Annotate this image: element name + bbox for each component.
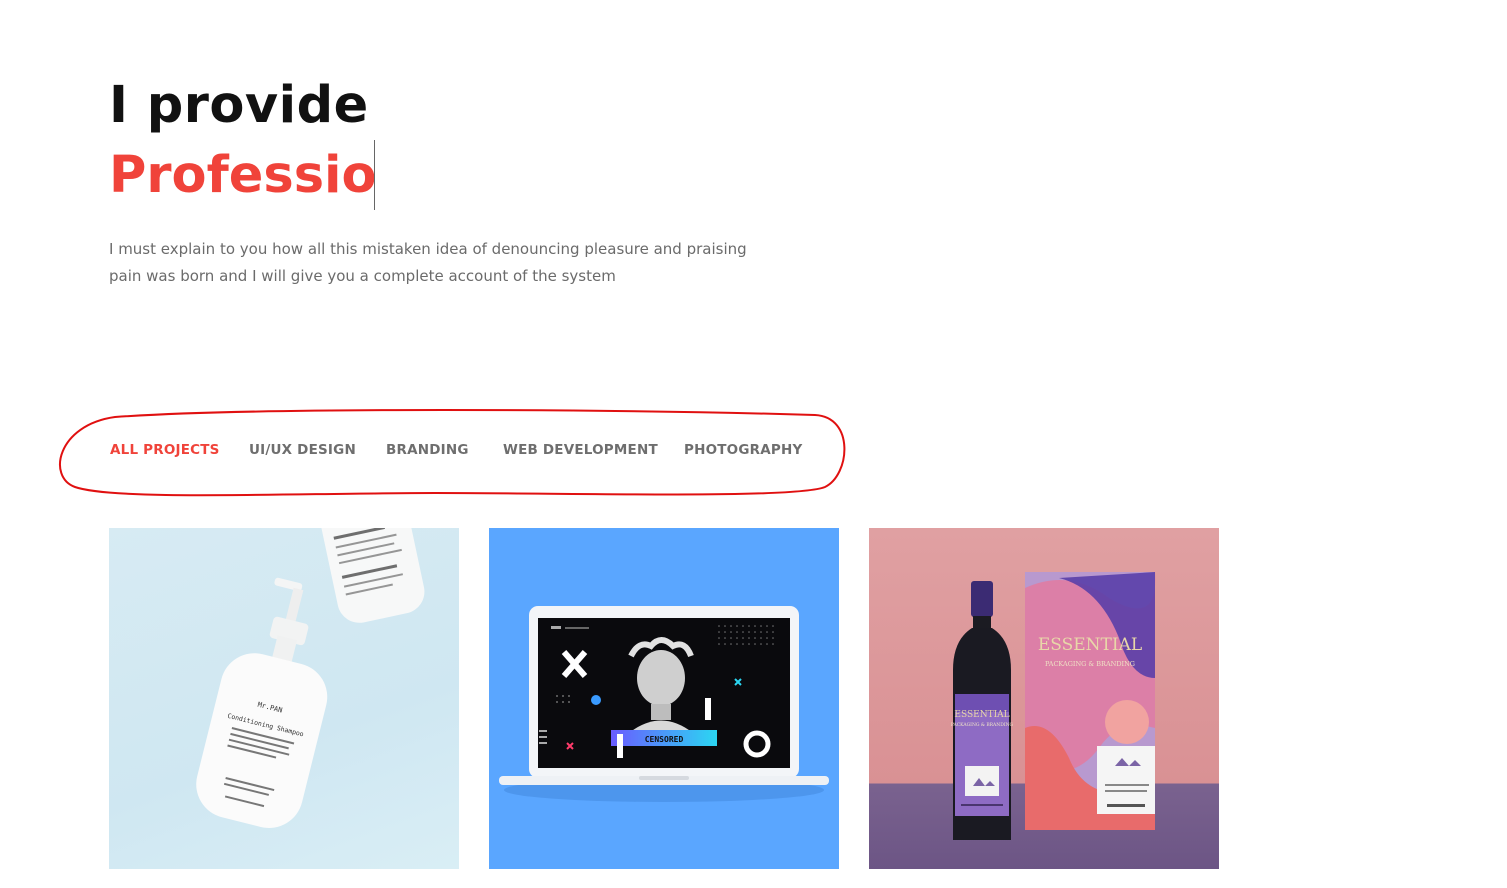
svg-text:PACKAGING & BRANDING: PACKAGING & BRANDING — [1045, 660, 1135, 668]
hero-description: I must explain to you how all this mista… — [109, 240, 747, 285]
hero: I provide Professio — [109, 76, 377, 210]
portfolio-item-wine[interactable]: ESSENTIAL PACKAGING & BRANDING ESSENTIAL… — [869, 528, 1219, 869]
typing-cursor — [373, 140, 375, 210]
portfolio-filter-bar: ALL PROJECTS UI/UX DESIGN BRANDING WEB D… — [110, 442, 804, 458]
hero-heading-line1: I provide — [109, 76, 369, 135]
svg-text:CENSORED: CENSORED — [645, 735, 684, 744]
laptop-mockup-image: CENSORED — [499, 606, 829, 802]
filter-ui-ux-design[interactable]: UI/UX DESIGN — [249, 442, 386, 458]
filter-photography[interactable]: PHOTOGRAPHY — [684, 442, 804, 458]
filter-web-development[interactable]: WEB DEVELOPMENT — [503, 442, 684, 458]
portfolio-item-shampoo[interactable]: Mr.PAN Conditioning Shampoo — [109, 528, 459, 869]
page: I provide Professio I must explain to yo… — [0, 0, 1507, 888]
shampoo-bottles-image: Mr.PAN Conditioning Shampoo — [196, 528, 425, 828]
svg-text:ESSENTIAL: ESSENTIAL — [1038, 635, 1142, 655]
svg-text:PACKAGING & BRANDING: PACKAGING & BRANDING — [951, 722, 1014, 728]
portfolio-item-laptop[interactable]: CENSORED — [489, 528, 839, 869]
svg-text:ESSENTIAL: ESSENTIAL — [954, 710, 1009, 720]
hero-typing-text: Professio — [109, 140, 377, 210]
filter-branding[interactable]: BRANDING — [386, 442, 503, 458]
filter-all-projects[interactable]: ALL PROJECTS — [110, 442, 249, 458]
hero-heading-line2: Professio — [109, 146, 377, 205]
wine-packaging-image: ESSENTIAL PACKAGING & BRANDING ESSENTIAL… — [951, 572, 1156, 840]
